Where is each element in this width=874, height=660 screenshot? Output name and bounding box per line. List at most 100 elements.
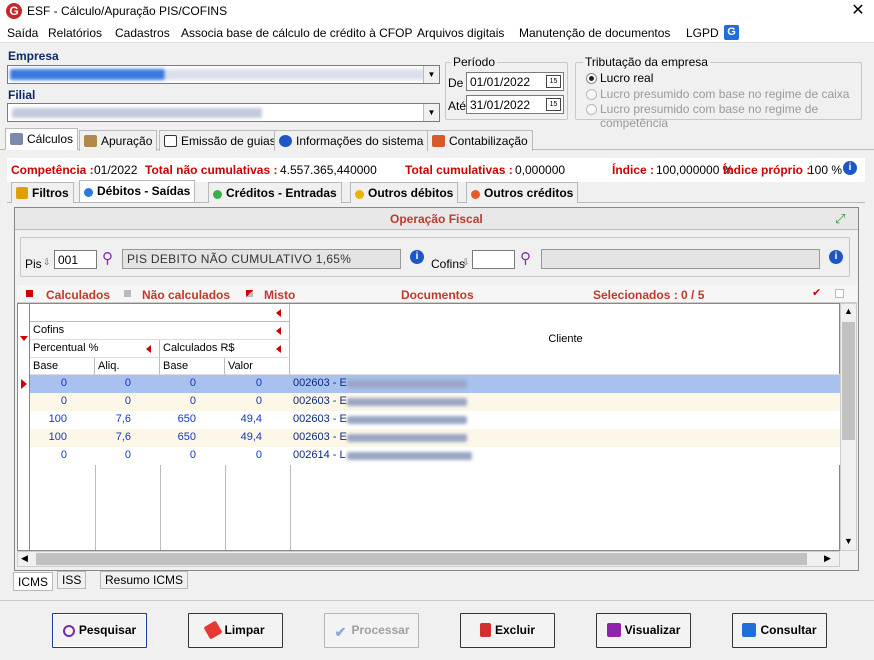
- check-icon: ✔: [334, 624, 347, 640]
- periodo-ate-label: Até: [448, 99, 467, 113]
- collapse-icon[interactable]: [276, 327, 281, 335]
- tab-outros-creditos[interactable]: Outros créditos: [466, 182, 579, 203]
- tab-contabilizacao[interactable]: Contabilização: [427, 130, 533, 151]
- menu-lgpd[interactable]: LGPD: [686, 26, 719, 40]
- col-base-calc[interactable]: Base: [160, 358, 225, 375]
- close-icon[interactable]: ✕: [848, 1, 868, 21]
- table-row[interactable]: 0 0 0 0 002603 - E: [30, 375, 841, 393]
- menu-saida[interactable]: Saída: [7, 26, 38, 40]
- calendar-icon[interactable]: 15: [546, 98, 561, 111]
- vertical-scrollbar[interactable]: ▲ ▼: [840, 303, 857, 551]
- limpar-button[interactable]: Limpar: [188, 613, 283, 648]
- table-row[interactable]: 0 0 0 0 002614 - L: [30, 447, 841, 465]
- table-row[interactable]: 0 0 0 0 002603 - E: [30, 393, 841, 411]
- col-aliq[interactable]: Aliq.: [95, 358, 160, 375]
- scroll-down-icon[interactable]: ▼: [844, 536, 853, 546]
- filial-dropdown-icon[interactable]: ▼: [423, 104, 439, 121]
- check-all-icon[interactable]: ✔: [812, 286, 821, 299]
- row-indicator-column: [17, 303, 29, 551]
- g-help-icon[interactable]: G: [724, 25, 739, 40]
- tab-informacoes[interactable]: Informações do sistema: [274, 130, 429, 151]
- visualizar-button[interactable]: Visualizar: [596, 613, 691, 648]
- nao-calculados-swatch-icon: [124, 290, 131, 297]
- search-icon[interactable]: ⚲: [102, 249, 113, 267]
- legend-selecionados: Selecionados : 0 / 5: [593, 288, 705, 302]
- menu-bar: Saída Relatórios Cadastros Associa base …: [0, 23, 874, 43]
- indice-value: 100,000000 %: [656, 163, 734, 177]
- tab-debitos-saidas[interactable]: Débitos - Saídas: [79, 180, 196, 202]
- periodo-title: Período: [451, 55, 498, 69]
- cofins-label: Cofins: [431, 257, 466, 271]
- cell-base: 0: [60, 395, 67, 407]
- scroll-thumb[interactable]: [842, 322, 855, 440]
- info-icon[interactable]: i: [843, 161, 857, 175]
- cofins-code-input[interactable]: [472, 250, 515, 269]
- horizontal-scrollbar[interactable]: ◀ ▶: [17, 551, 840, 567]
- tab-calculos[interactable]: Cálculos: [5, 128, 79, 150]
- menu-cadastros[interactable]: Cadastros: [115, 26, 170, 40]
- tributacao-option-1: Lucro real: [600, 71, 654, 85]
- legend-nao-calculados: Não calculados: [142, 288, 231, 302]
- empresa-combo[interactable]: ▼: [7, 65, 440, 84]
- cliente-redacted: [347, 398, 467, 406]
- excluir-button[interactable]: Excluir: [460, 613, 555, 648]
- collapse-icon[interactable]: [276, 345, 281, 353]
- tab-filtros[interactable]: Filtros: [11, 182, 74, 203]
- radio-lucro-real[interactable]: [586, 73, 597, 84]
- calendar-edit-icon: [432, 135, 445, 147]
- filial-combo[interactable]: ▼: [7, 103, 440, 122]
- grid-band-calculados: Calculados R$: [160, 340, 290, 358]
- visualizar-label: Visualizar: [624, 623, 681, 637]
- periodo-de-input[interactable]: 01/01/2022 15: [466, 72, 564, 91]
- info-icon[interactable]: i: [829, 250, 843, 264]
- window-title: ESF - Cálculo/Apuração PIS/COFINS: [27, 4, 228, 18]
- periodo-ate-input[interactable]: 31/01/2022 15: [466, 95, 564, 114]
- col-base[interactable]: Base: [30, 358, 95, 375]
- eraser-icon: [203, 620, 224, 640]
- collapse-icon[interactable]: [146, 345, 151, 353]
- misto-swatch-icon: [246, 290, 253, 297]
- tab-iss[interactable]: ISS: [57, 571, 87, 589]
- col-cliente[interactable]: Cliente: [290, 304, 841, 375]
- filter-icon: [16, 187, 28, 199]
- cell-documento: 002614 - L: [293, 449, 346, 461]
- calendar-icon[interactable]: 15: [546, 75, 561, 88]
- empresa-label: Empresa: [8, 49, 59, 63]
- info-icon[interactable]: i: [410, 250, 424, 264]
- radio-presumido-caixa[interactable]: [586, 89, 597, 100]
- tab-outros-debitos-label: Outros débitos: [368, 186, 454, 200]
- scroll-right-icon[interactable]: ▶: [824, 553, 831, 564]
- menu-associa-base[interactable]: Associa base de cálculo de crédito à CFO…: [181, 26, 412, 40]
- scroll-up-icon[interactable]: ▲: [844, 306, 853, 316]
- empresa-value-tail: [165, 69, 430, 80]
- table-row[interactable]: 100 7,6 650 49,4 002603 - E: [30, 429, 841, 447]
- search-icon[interactable]: ⚲: [520, 249, 531, 267]
- divider: [0, 600, 874, 601]
- uncheck-all-icon[interactable]: [835, 289, 844, 298]
- table-row[interactable]: 100 7,6 650 49,4 002603 - E: [30, 411, 841, 429]
- processar-button[interactable]: ✔ Processar: [324, 613, 419, 648]
- empresa-dropdown-icon[interactable]: ▼: [423, 66, 439, 83]
- pis-code-input[interactable]: 001: [54, 250, 97, 269]
- consultar-button[interactable]: Consultar: [732, 613, 827, 648]
- tab-creditos-entradas[interactable]: Créditos - Entradas: [208, 182, 342, 203]
- tab-apuracao[interactable]: Apuração: [79, 130, 158, 151]
- radio-presumido-competencia[interactable]: [586, 104, 597, 115]
- blue-dot-icon: [84, 188, 93, 197]
- tab-emissao-guias[interactable]: Emissão de guias: [159, 130, 281, 151]
- menu-arquivos-digitais[interactable]: Arquivos digitais: [417, 26, 504, 40]
- indice-label: Índice :: [612, 163, 655, 177]
- h-scroll-thumb[interactable]: [36, 553, 807, 565]
- scroll-left-icon[interactable]: ◀: [21, 553, 28, 564]
- tab-resumo-icms[interactable]: Resumo ICMS: [100, 571, 189, 589]
- documents-grid: Cofins Percentual % Calculados R$ Base A…: [29, 303, 841, 551]
- pesquisar-button[interactable]: Pesquisar: [52, 613, 147, 648]
- tab-outros-debitos[interactable]: Outros débitos: [350, 182, 459, 203]
- menu-manutencao-documentos[interactable]: Manutenção de documentos: [519, 26, 670, 40]
- pis-description: PIS DEBITO NÃO CUMULATIVO 1,65%: [122, 249, 401, 269]
- expand-icon[interactable]: ⤢: [835, 211, 845, 227]
- tab-icms[interactable]: ICMS: [13, 572, 53, 591]
- col-valor[interactable]: Valor: [225, 358, 290, 375]
- menu-relatorios[interactable]: Relatórios: [48, 26, 102, 40]
- collapse-icon[interactable]: [276, 309, 281, 317]
